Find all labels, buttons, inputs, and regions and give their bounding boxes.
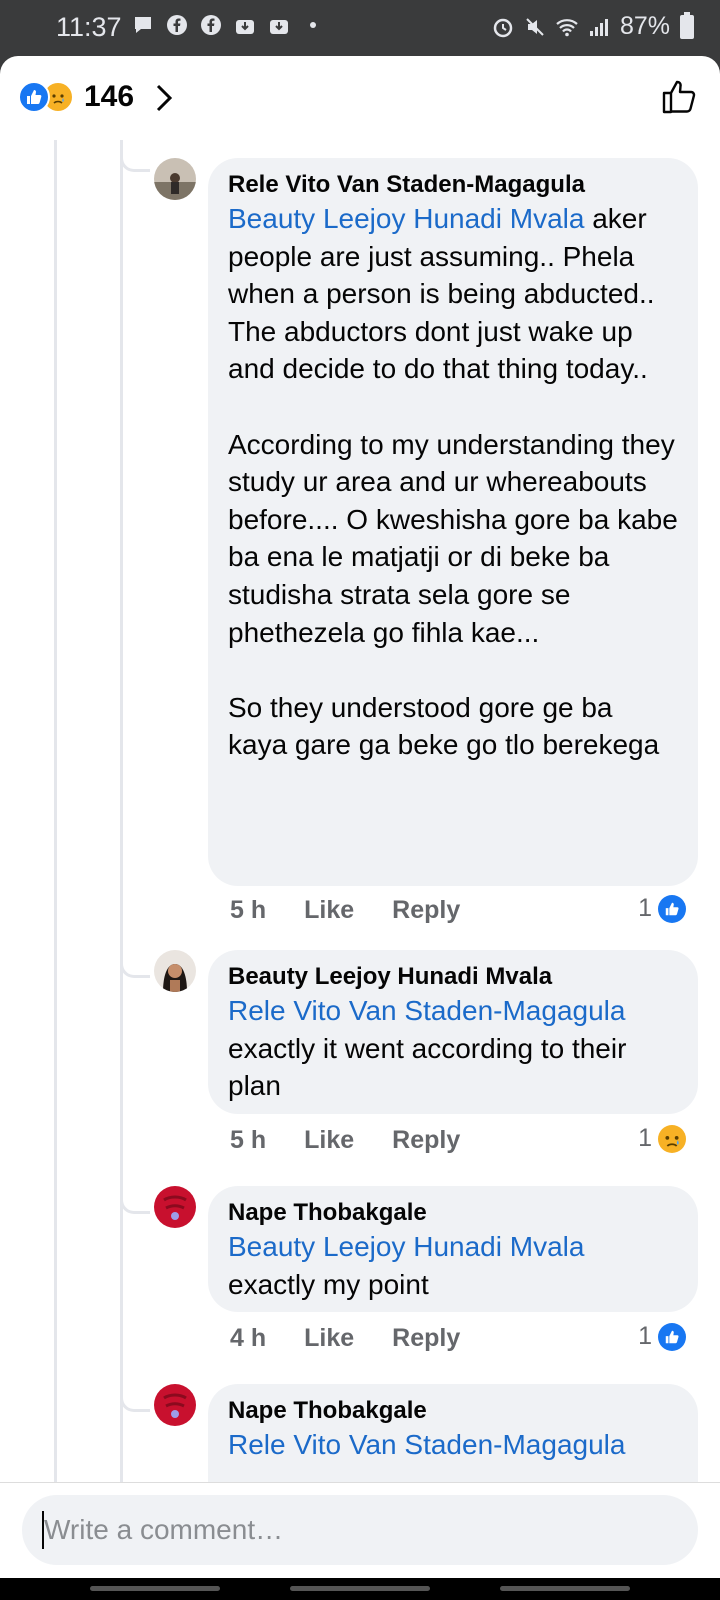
comment-reaction-count: 1: [638, 1124, 652, 1152]
comment-author[interactable]: Beauty Leejoy Hunadi Mvala: [228, 962, 678, 992]
comment-time[interactable]: 5 h: [230, 896, 266, 925]
reactions-header[interactable]: 146: [0, 56, 720, 140]
like-outline-icon[interactable]: [660, 76, 700, 116]
mention-link[interactable]: Beauty Leejoy Hunadi Mvala: [228, 203, 584, 234]
comment-actions: 5 h Like Reply: [230, 1126, 460, 1155]
comment-reaction-count: 1: [638, 1322, 652, 1350]
status-time: 11:37: [56, 12, 122, 42]
avatar[interactable]: [154, 950, 196, 992]
comment-reaction-count: 1: [638, 894, 652, 922]
like-reaction-icon: [658, 894, 686, 923]
thread-connector: [120, 946, 150, 978]
chevron-right-icon[interactable]: [150, 80, 180, 116]
avatar[interactable]: [154, 1384, 196, 1426]
alarm-icon: [493, 18, 513, 37]
reply-button[interactable]: Reply: [392, 896, 460, 925]
text-cursor: [42, 1511, 44, 1549]
battery-percent: 87%: [619, 12, 670, 40]
comment-body: aker people are just assuming.. Phela wh…: [228, 203, 678, 761]
comment-text: Beauty Leejoy Hunadi Mvala exactly my po…: [228, 1228, 678, 1303]
comment-actions: 5 h Like Reply: [230, 896, 460, 925]
reaction-count: 146: [84, 80, 135, 113]
download-icon: [270, 20, 288, 34]
reply-button[interactable]: Reply: [392, 1324, 460, 1353]
signal-icon: [589, 18, 608, 36]
nav-back-button[interactable]: [500, 1586, 630, 1591]
mute-icon: [526, 17, 544, 36]
like-button[interactable]: Like: [304, 1126, 354, 1155]
status-bar: 11:37 87%: [0, 0, 720, 56]
comment-text: Beauty Leejoy Hunadi Mvala aker people a…: [228, 200, 678, 764]
download-icon: [236, 20, 254, 34]
nav-recents-button[interactable]: [90, 1586, 220, 1591]
avatar[interactable]: [154, 158, 196, 200]
thread-line: [120, 140, 123, 1538]
comment-time[interactable]: 4 h: [230, 1324, 266, 1353]
avatar[interactable]: [154, 1186, 196, 1228]
comment-body: exactly my point: [228, 1268, 429, 1300]
comment-bubble[interactable]: Rele Vito Van Staden-Magagula Beauty Lee…: [208, 158, 698, 886]
comment-author[interactable]: Nape Thobakgale: [228, 1198, 678, 1228]
reply-button[interactable]: Reply: [392, 1126, 460, 1155]
comment-actions: 4 h Like Reply: [230, 1324, 460, 1353]
system-icons: 87%: [492, 11, 694, 41]
thread-connector: [120, 1380, 150, 1412]
like-button[interactable]: Like: [304, 896, 354, 925]
like-reaction-icon: [658, 1322, 686, 1351]
comments-sheet: 146 Rele Vito Van Staden-Magagula Beauty…: [0, 56, 720, 1578]
nav-home-button[interactable]: [290, 1586, 430, 1591]
comment-text: Rele Vito Van Staden-Magagula exactly it…: [228, 992, 678, 1105]
mention-link[interactable]: Rele Vito Van Staden-Magagula: [228, 995, 625, 1026]
comment-body: exactly it went according to their plan: [228, 1032, 627, 1102]
comment-input[interactable]: [22, 1495, 698, 1565]
comment-reactions[interactable]: 1: [638, 1124, 686, 1153]
comment-bubble[interactable]: Beauty Leejoy Hunadi Mvala Rele Vito Van…: [208, 950, 698, 1114]
battery-icon: [680, 11, 694, 39]
comment-time[interactable]: 5 h: [230, 1126, 266, 1155]
comment-composer: [0, 1482, 720, 1578]
facebook-icon: [201, 15, 221, 35]
like-button[interactable]: Like: [304, 1324, 354, 1353]
messenger-icon: [135, 17, 151, 33]
comment-reactions[interactable]: 1: [638, 894, 686, 923]
comment-reactions[interactable]: 1: [638, 1322, 686, 1351]
comment-thread: Rele Vito Van Staden-Magagula Beauty Lee…: [0, 140, 720, 1538]
mention-link[interactable]: Rele Vito Van Staden-Magagula: [228, 1429, 625, 1460]
comment-author[interactable]: Nape Thobakgale: [228, 1396, 678, 1426]
sad-reaction-icon: [658, 1124, 686, 1153]
wifi-icon: [556, 18, 578, 36]
mention-link[interactable]: Beauty Leejoy Hunadi Mvala: [228, 1231, 584, 1262]
thread-connector: [120, 140, 150, 172]
more-dot-icon: [310, 22, 316, 28]
facebook-icon: [167, 15, 187, 35]
comment-author[interactable]: Rele Vito Van Staden-Magagula: [228, 170, 678, 200]
notification-icons: [132, 14, 324, 36]
thread-connector: [120, 1182, 150, 1214]
comment-bubble[interactable]: Nape Thobakgale Beauty Leejoy Hunadi Mva…: [208, 1186, 698, 1312]
thread-line: [54, 140, 57, 1538]
reaction-summary[interactable]: 146: [18, 80, 134, 114]
system-nav-bar: [0, 1578, 720, 1600]
comment-text: Rele Vito Van Staden-Magagula: [228, 1426, 678, 1464]
like-reaction-icon: [18, 81, 50, 113]
